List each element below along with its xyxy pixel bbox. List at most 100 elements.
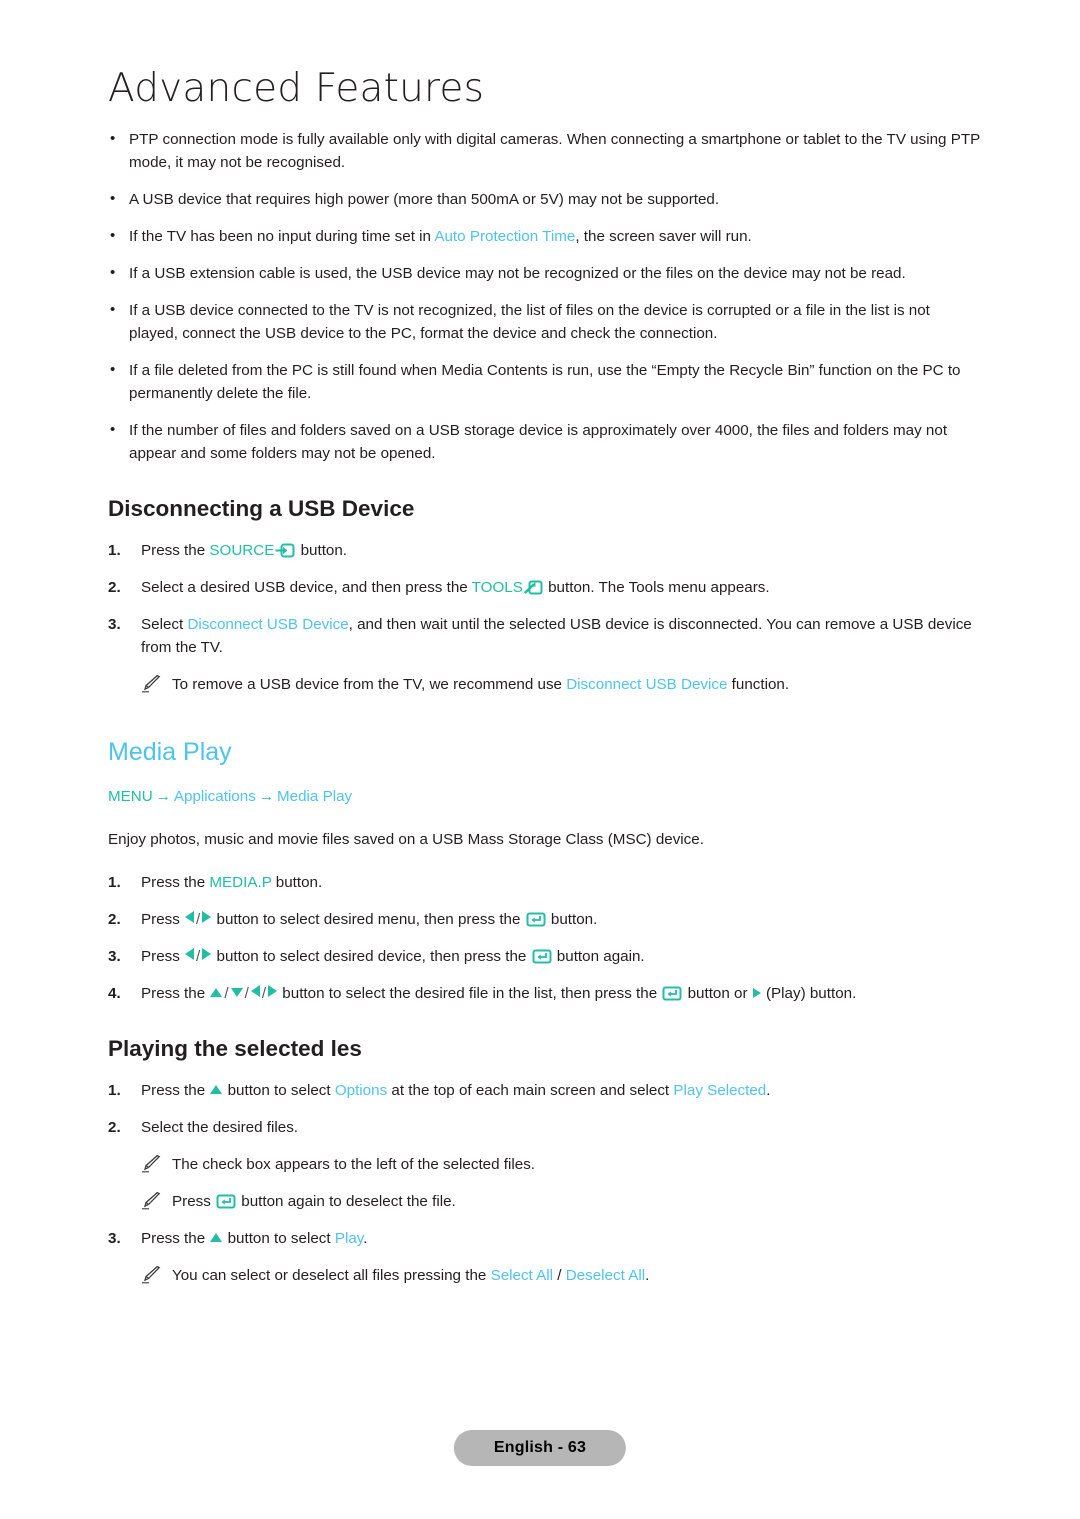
step-text-post: button. The Tools menu appears.: [543, 579, 770, 596]
step-text-pre: Press the: [141, 542, 210, 559]
bullet-text: If a file deleted from the PC is still f…: [129, 362, 961, 402]
separator: /: [196, 911, 201, 928]
step-text: Select the desired files.: [141, 1119, 299, 1136]
step-text-pre: Select: [141, 616, 188, 633]
step-number: 1.: [108, 542, 121, 559]
breadcrumb-media-play[interactable]: Media Play: [277, 788, 352, 805]
link-media-p[interactable]: MEDIA.P: [209, 874, 271, 891]
pencil-icon: [141, 1191, 161, 1210]
link-disconnect-usb-device[interactable]: Disconnect USB Device: [187, 616, 348, 633]
step-number: 2.: [108, 911, 121, 928]
step-select-disconnect: 3. Select Disconnect USB Device, and then…: [108, 613, 980, 659]
step-number: 2.: [108, 579, 121, 596]
step-text-post: .: [766, 1082, 771, 1099]
note-check-box: The check box appears to the left of the…: [108, 1153, 980, 1176]
playing-selected-steps: 1. Press the button to select Options at …: [108, 1079, 980, 1139]
arrow-up-icon: [210, 1085, 223, 1094]
arrow-left-icon: [185, 948, 195, 960]
step-text-pre: Press the: [141, 1230, 210, 1247]
breadcrumb-arrow-icon: →: [258, 788, 274, 805]
list-item: If a file deleted from the PC is still f…: [108, 358, 980, 405]
step-number: 3.: [108, 616, 121, 633]
list-item: If a USB extension cable is used, the US…: [108, 261, 980, 285]
step-text-post: .: [363, 1230, 368, 1247]
arrow-right-icon: [202, 911, 212, 923]
note-text-post: button again to deselect the file.: [237, 1193, 456, 1210]
step-number: 3.: [108, 948, 121, 965]
step-select-play: 3. Press the button to select Play.: [108, 1227, 980, 1250]
media-play-steps: 1. Press the MEDIA.P button. 2. Press / bu…: [108, 871, 980, 1005]
note-deselect-file: Press button again to deselect the file.: [108, 1190, 980, 1213]
bullet-text: If a USB device connected to the TV is n…: [129, 302, 930, 342]
separator: /: [261, 985, 267, 1002]
step-text-mid: button to select desired device, then pr…: [212, 948, 531, 965]
enter-icon: [526, 912, 546, 927]
step-select-options: 1. Press the button to select Options at …: [108, 1079, 980, 1102]
usb-notes-list: PTP connection mode is fully available o…: [108, 127, 980, 465]
manual-page: Advanced Features PTP connection mode is…: [0, 0, 1080, 1519]
step-text-mid: button to select: [223, 1230, 335, 1247]
link-deselect-all[interactable]: Deselect All: [566, 1267, 645, 1284]
arrow-right-icon: [202, 948, 212, 960]
bullet-text: If the number of files and folders saved…: [129, 422, 948, 462]
source-icon: [275, 543, 295, 558]
step-text-post: button.: [296, 542, 348, 559]
link-play[interactable]: Play: [335, 1230, 363, 1247]
link-auto-protection-time[interactable]: Auto Protection Time: [434, 228, 575, 245]
note-select-all: You can select or deselect all files pre…: [108, 1264, 980, 1287]
bullet-text-post: , the screen saver will run.: [575, 228, 752, 245]
playing-selected-steps-cont: 3. Press the button to select Play.: [108, 1227, 980, 1250]
step-press-media-p: 1. Press the MEDIA.P button.: [108, 871, 980, 894]
step-text-pre: Press the: [141, 1082, 210, 1099]
note-text-pre: Press: [172, 1193, 216, 1210]
section-title-disconnecting-usb: Disconnecting a USB Device: [108, 496, 415, 521]
link-select-all[interactable]: Select All: [491, 1267, 553, 1284]
breadcrumb: MENU → Applications → Media Play: [108, 785, 980, 808]
list-item: If the number of files and folders saved…: [108, 418, 980, 465]
bullet-text: If a USB extension cable is used, the US…: [129, 265, 906, 282]
link-play-selected[interactable]: Play Selected: [673, 1082, 766, 1099]
link-source[interactable]: SOURCE: [209, 542, 274, 559]
step-number: 3.: [108, 1230, 121, 1247]
step-text-pre: Select a desired USB device, and then pr…: [141, 579, 472, 596]
page-title: Advanced Features: [108, 66, 485, 111]
enter-icon: [662, 986, 682, 1001]
step-select-menu: 2. Press / button to select desired menu,…: [108, 908, 980, 931]
list-item-auto-protection: If the TV has been no input during time …: [108, 224, 980, 248]
link-disconnect-usb-device[interactable]: Disconnect USB Device: [566, 676, 727, 693]
step-text-post: (Play) button.: [761, 985, 857, 1002]
arrow-up-icon: [210, 1233, 223, 1242]
note-separator: /: [553, 1267, 566, 1284]
enter-icon: [216, 1194, 236, 1209]
list-item: PTP connection mode is fully available o…: [108, 127, 980, 174]
note-remove-usb: To remove a USB device from the TV, we r…: [108, 673, 980, 696]
breadcrumb-menu[interactable]: MENU: [108, 788, 153, 805]
step-press-tools: 2. Select a desired USB device, and then …: [108, 576, 980, 599]
step-number: 2.: [108, 1119, 121, 1136]
step-text-pre: Press: [141, 948, 185, 965]
step-text-mid2: button or: [683, 985, 752, 1002]
arrow-left-icon: [250, 985, 260, 997]
bullet-text-pre: If the TV has been no input during time …: [129, 228, 435, 245]
breadcrumb-applications[interactable]: Applications: [174, 788, 256, 805]
breadcrumb-arrow-icon: →: [155, 788, 171, 805]
list-item: A USB device that requires high power (m…: [108, 187, 980, 211]
step-text-post: button again.: [552, 948, 645, 965]
link-options[interactable]: Options: [335, 1082, 387, 1099]
bullet-text: PTP connection mode is fully available o…: [129, 131, 980, 171]
arrow-down-icon: [230, 988, 243, 997]
step-text-pre: Press the: [141, 985, 210, 1002]
play-icon: [752, 988, 761, 998]
step-number: 1.: [108, 1082, 121, 1099]
step-select-files: 2. Select the desired files.: [108, 1116, 980, 1139]
note-text-post: .: [645, 1267, 650, 1284]
step-text-pre: Press: [141, 911, 185, 928]
step-text-post: button.: [546, 911, 598, 928]
pencil-icon: [141, 674, 161, 693]
step-select-file: 4. Press the / / / button to select the des…: [108, 982, 980, 1005]
step-press-source: 1. Press the SOURCE button.: [108, 539, 980, 562]
media-play-intro: Enjoy photos, music and movie files save…: [108, 831, 704, 848]
step-select-device: 3. Press / button to select desired devic…: [108, 945, 980, 968]
link-tools[interactable]: TOOLS: [472, 579, 523, 596]
tools-icon: [523, 580, 543, 595]
